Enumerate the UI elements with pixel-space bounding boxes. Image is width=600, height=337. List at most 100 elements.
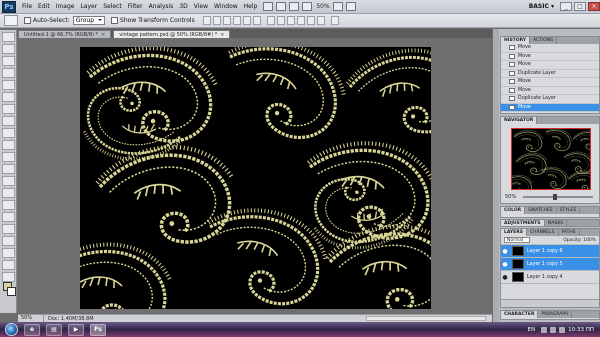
auto-select-dropdown[interactable]: Group	[72, 16, 106, 25]
tab-layers[interactable]: LAYERS	[501, 229, 527, 236]
taskbar-media-player[interactable]: ▶	[68, 323, 84, 336]
history-item[interactable]: Duplicate Layer	[501, 95, 599, 104]
tab-adjustments[interactable]: ADJUSTMENTS	[501, 220, 545, 226]
tab-color[interactable]: COLOR	[501, 207, 526, 214]
distribute-hcenter-icon[interactable]	[306, 16, 315, 25]
history-item[interactable]: Move	[501, 78, 599, 87]
history-item-selected[interactable]: Move	[501, 103, 599, 112]
healing-tool-icon[interactable]	[2, 104, 15, 114]
quick-select-tool-icon[interactable]	[2, 68, 15, 78]
taskbar-internet-explorer[interactable]: e	[24, 323, 40, 336]
hand-icon[interactable]	[289, 2, 300, 11]
history-item[interactable]: Move	[501, 53, 599, 61]
tab-styles[interactable]: STYLES	[557, 207, 581, 214]
distribute-top-icon[interactable]	[266, 16, 275, 25]
distribute-right-icon[interactable]	[316, 16, 325, 25]
tab-navigator[interactable]: NAVIGATOR	[501, 117, 538, 124]
collapsed-panel-icons[interactable]	[493, 29, 499, 322]
history-item[interactable]: Move	[501, 61, 599, 70]
bridge-icon[interactable]	[263, 2, 274, 11]
history-brush-tool-icon[interactable]	[2, 140, 15, 150]
tab-swatches[interactable]: SWATCHES	[525, 207, 557, 214]
blur-tool-icon[interactable]	[2, 176, 15, 186]
start-button[interactable]	[5, 323, 18, 336]
tab-paragraph[interactable]: PARAGRAPH	[538, 311, 573, 318]
screen-mode-icon[interactable]	[345, 2, 356, 11]
align-hcenter-icon[interactable]	[242, 16, 251, 25]
menu-layer[interactable]: Layer	[77, 3, 100, 10]
horizontal-scrollbar[interactable]	[366, 316, 486, 321]
history-item[interactable]: Duplicate Layer	[501, 70, 599, 78]
move-tool-preset-icon[interactable]	[4, 15, 18, 26]
3d-rotate-tool-icon[interactable]	[2, 248, 15, 258]
canvas-area[interactable]	[18, 38, 492, 314]
visibility-eye-icon[interactable]: ●	[501, 261, 509, 268]
zoom-tool-icon[interactable]	[302, 2, 313, 11]
transform-controls-checkbox[interactable]	[111, 17, 119, 24]
menu-image[interactable]: Image	[53, 3, 78, 10]
network-icon[interactable]	[541, 326, 548, 333]
arrange-documents-icon[interactable]	[332, 2, 343, 11]
shape-tool-icon[interactable]	[2, 236, 15, 246]
history-item[interactable]: Move	[501, 44, 599, 53]
status-zoom[interactable]: 50%	[18, 315, 44, 322]
menu-3d[interactable]: 3D	[176, 3, 190, 10]
marquee-tool-icon[interactable]	[2, 44, 15, 54]
document-tab-untitled[interactable]: Untitled-1 @ 66.7% (RGB/8) * ×	[18, 30, 112, 38]
workspace-switcher[interactable]: BASIC ▾	[529, 3, 554, 10]
tab-character[interactable]: CHARACTER	[501, 311, 539, 318]
hand-tool-icon[interactable]	[2, 260, 15, 270]
tab-history[interactable]: HISTORY	[501, 37, 531, 44]
document-canvas[interactable]	[80, 47, 431, 309]
minibridge-icon[interactable]	[276, 2, 287, 11]
menu-edit[interactable]: Edit	[35, 3, 53, 10]
move-tool-icon[interactable]	[2, 32, 15, 42]
align-left-icon[interactable]	[232, 16, 241, 25]
crop-tool-icon[interactable]	[2, 80, 15, 90]
close-button[interactable]: ×	[588, 2, 600, 11]
gradient-tool-icon[interactable]	[2, 164, 15, 174]
document-tab-vintage-pattern[interactable]: vintage pattern.psd @ 50% (RGB/8#) * ×	[113, 30, 231, 38]
maximize-button[interactable]: □	[574, 2, 586, 11]
menu-analysis[interactable]: Analysis	[146, 3, 177, 10]
visibility-eye-icon[interactable]: ●	[501, 274, 509, 281]
brush-tool-icon[interactable]	[2, 116, 15, 126]
visibility-eye-icon[interactable]: ●	[501, 248, 509, 255]
path-select-tool-icon[interactable]	[2, 224, 15, 234]
layer-row[interactable]: ● Layer 1 copy 6	[501, 245, 599, 258]
opacity-field[interactable]: Opacity: 100%	[563, 238, 596, 243]
eyedropper-tool-icon[interactable]	[2, 92, 15, 102]
navigator-thumbnail[interactable]	[511, 128, 591, 190]
language-indicator[interactable]: EN	[528, 327, 536, 333]
distribute-left-icon[interactable]	[296, 16, 305, 25]
layer-row[interactable]: ● Layer 1 copy 4	[501, 271, 599, 284]
menu-select[interactable]: Select	[100, 3, 125, 10]
type-tool-icon[interactable]	[2, 212, 15, 222]
tab-paths[interactable]: PATHS	[559, 229, 580, 236]
clone-stamp-tool-icon[interactable]	[2, 128, 15, 138]
navigator-zoom-slider[interactable]	[523, 194, 593, 200]
align-right-icon[interactable]	[252, 16, 261, 25]
eraser-tool-icon[interactable]	[2, 152, 15, 162]
dodge-tool-icon[interactable]	[2, 188, 15, 198]
auto-select-checkbox[interactable]	[24, 17, 31, 24]
menu-filter[interactable]: Filter	[125, 3, 146, 10]
flag-icon[interactable]	[559, 326, 566, 333]
blend-mode-dropdown[interactable]: Normal	[504, 237, 531, 243]
tab-masks[interactable]: MASKS	[545, 220, 568, 226]
document-size-info[interactable]: Doc: 1.40M/38.8M	[44, 316, 94, 322]
tab-actions[interactable]: ACTIONS	[530, 37, 558, 44]
tab-channels[interactable]: CHANNELS	[527, 229, 559, 236]
menu-file[interactable]: File	[19, 3, 35, 10]
layer-row[interactable]: ● Layer 1 copy 5	[501, 258, 599, 271]
align-bottom-icon[interactable]	[222, 16, 231, 25]
align-vcenter-icon[interactable]	[212, 16, 221, 25]
zoom-tool-icon[interactable]	[2, 272, 15, 282]
taskbar-photoshop[interactable]: Ps	[90, 323, 106, 336]
pen-tool-icon[interactable]	[2, 200, 15, 210]
menu-window[interactable]: Window	[211, 3, 241, 10]
auto-align-icon[interactable]	[330, 16, 339, 25]
menu-view[interactable]: View	[191, 3, 211, 10]
distribute-bottom-icon[interactable]	[286, 16, 295, 25]
align-top-icon[interactable]	[202, 16, 211, 25]
